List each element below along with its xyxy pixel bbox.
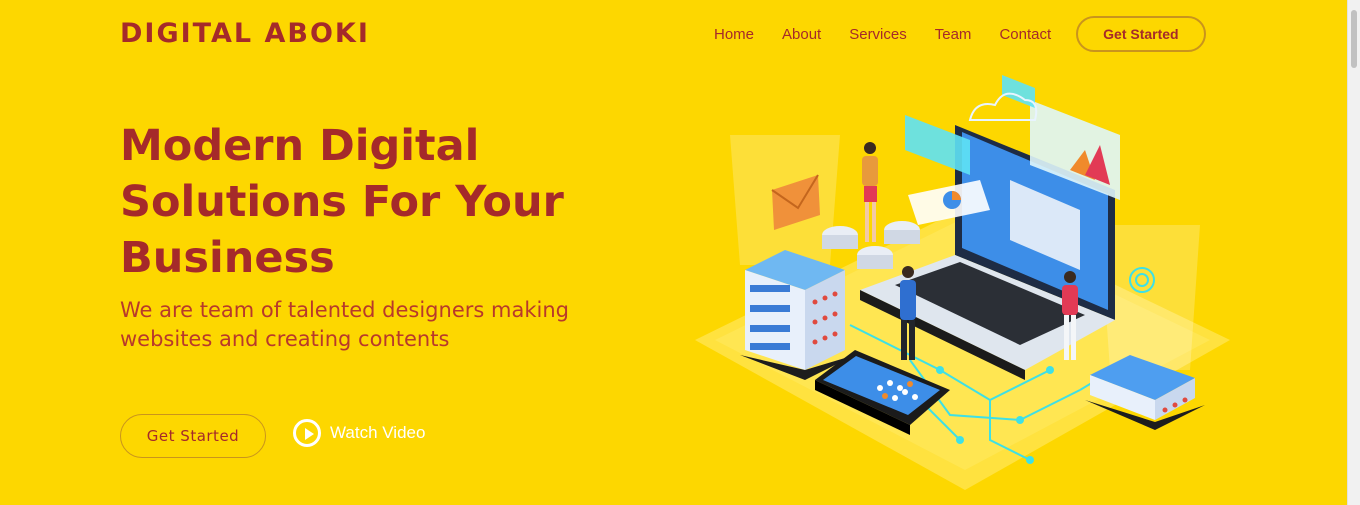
page-scrollbar[interactable] [1347,0,1360,505]
hero-subtitle: We are team of talented designers making… [120,296,640,354]
hero-illustration [695,75,1230,490]
get-started-button[interactable]: Get Started [120,414,266,458]
hero-title-line: Solutions For Your [120,177,564,227]
person-figure [862,142,878,242]
hero-title-line: Business [120,233,335,283]
hero-subtitle-line: We are team of talented designers making [120,298,569,322]
nav-services[interactable]: Services [849,26,907,43]
nav-team[interactable]: Team [935,26,972,43]
nav-contact[interactable]: Contact [999,26,1051,43]
main-nav: Home About Services Team Contact Get Sta… [700,16,1220,52]
server-stack [740,250,855,380]
site-logo[interactable]: DIGITAL ABOKI [120,18,370,49]
watch-video-label: Watch Video [330,423,426,442]
hero-title-line: Modern Digital [120,121,480,171]
nav-home[interactable]: Home [714,26,754,43]
nav-about[interactable]: About [782,26,821,43]
hero-subtitle-line: websites and creating contents [120,327,450,351]
hero-title: Modern Digital Solutions For Your Busine… [120,118,680,286]
nav-get-started-button[interactable]: Get Started [1076,16,1206,52]
watch-video-link[interactable]: Watch Video [293,419,425,447]
scrollbar-thumb[interactable] [1351,10,1357,68]
play-circle-icon [293,419,321,447]
